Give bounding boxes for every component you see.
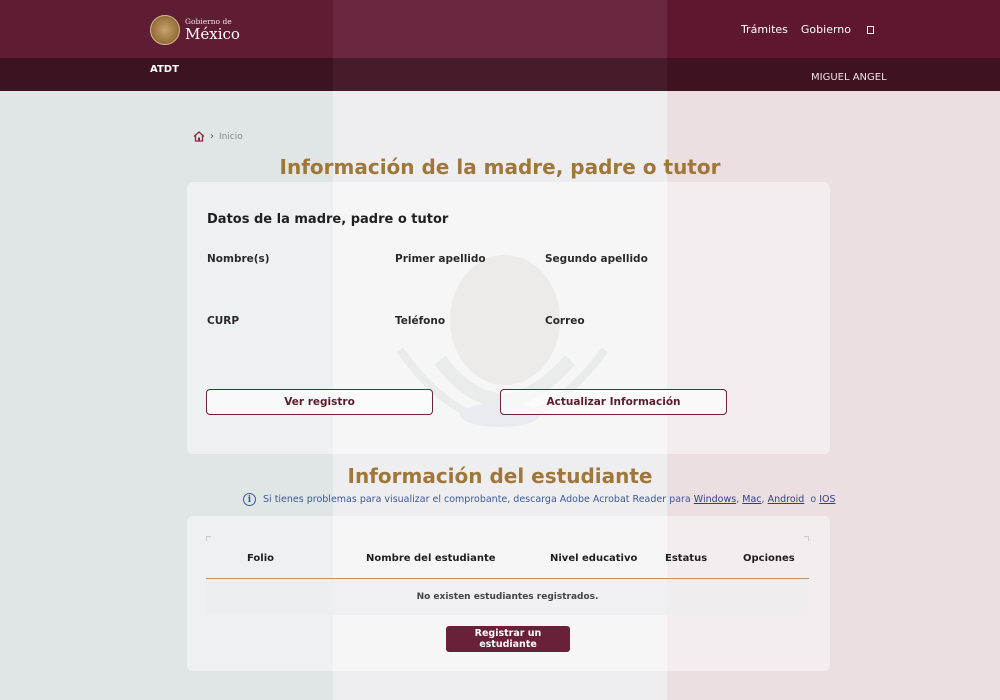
nav-tramites[interactable]: Trámites — [741, 23, 788, 36]
agency-label[interactable]: ATDT — [150, 64, 179, 75]
guardian-card: Datos de la madre, padre o tutor Nombre(… — [187, 182, 830, 454]
column-estatus: Estatus — [665, 553, 708, 564]
breadcrumb-inicio[interactable]: Inicio — [219, 132, 243, 142]
seal-icon — [150, 15, 180, 45]
chevron-right-icon: › — [210, 131, 214, 142]
brand-big-text: México — [185, 24, 240, 43]
ver-registro-button[interactable]: Ver registro — [206, 389, 433, 415]
top-nav: Trámites Gobierno — [741, 23, 874, 36]
gobierno-de-mexico-logo[interactable]: Gobierno de México — [150, 15, 240, 45]
nav-gobierno[interactable]: Gobierno — [801, 23, 851, 36]
label-curp: CURP — [207, 315, 240, 327]
student-card: Folio Nombre del estudiante Nivel educat… — [187, 516, 830, 671]
acrobat-info-text: Si tienes problemas para visualizar el c… — [263, 494, 691, 505]
registrar-estudiante-button[interactable]: Registrar un estudiante — [446, 626, 570, 652]
table-empty-row: No existen estudiantes registrados. — [206, 579, 809, 615]
column-nombre-estudiante: Nombre del estudiante — [366, 553, 496, 564]
info-icon: i — [243, 493, 256, 506]
label-nombre: Nombre(s) — [207, 253, 270, 265]
guardian-card-heading: Datos de la madre, padre o tutor — [207, 212, 449, 227]
label-segundo-apellido: Segundo apellido — [545, 253, 648, 265]
link-ios[interactable]: IOS — [819, 494, 835, 505]
home-icon[interactable] — [193, 131, 205, 142]
label-telefono: Teléfono — [395, 315, 446, 327]
link-android[interactable]: Android — [768, 494, 805, 505]
user-name[interactable]: MIGUEL ANGEL — [811, 72, 887, 83]
column-folio: Folio — [247, 553, 275, 564]
link-windows[interactable]: Windows — [694, 494, 736, 505]
actualizar-informacion-button[interactable]: Actualizar Información — [500, 389, 727, 415]
label-primer-apellido: Primer apellido — [395, 253, 486, 265]
guardian-section-title: Información de la madre, padre o tutor — [279, 155, 721, 179]
table-header: Folio Nombre del estudiante Nivel educat… — [206, 538, 809, 579]
student-section-title: Información del estudiante — [347, 464, 653, 488]
column-nivel-educativo: Nivel educativo — [550, 553, 638, 564]
link-mac[interactable]: Mac — [742, 494, 761, 505]
search-icon[interactable] — [867, 25, 874, 34]
sub-navigation-bar: ATDT MIGUEL ANGEL — [0, 58, 1000, 91]
top-navigation-bar: Gobierno de México Trámites Gobierno — [0, 0, 1000, 58]
acrobat-info-line: i Si tienes problemas para visualizar el… — [243, 493, 836, 506]
label-correo: Correo — [545, 315, 585, 327]
students-table: Folio Nombre del estudiante Nivel educat… — [206, 536, 809, 615]
breadcrumb: › Inicio — [193, 131, 243, 142]
column-opciones: Opciones — [743, 553, 795, 564]
